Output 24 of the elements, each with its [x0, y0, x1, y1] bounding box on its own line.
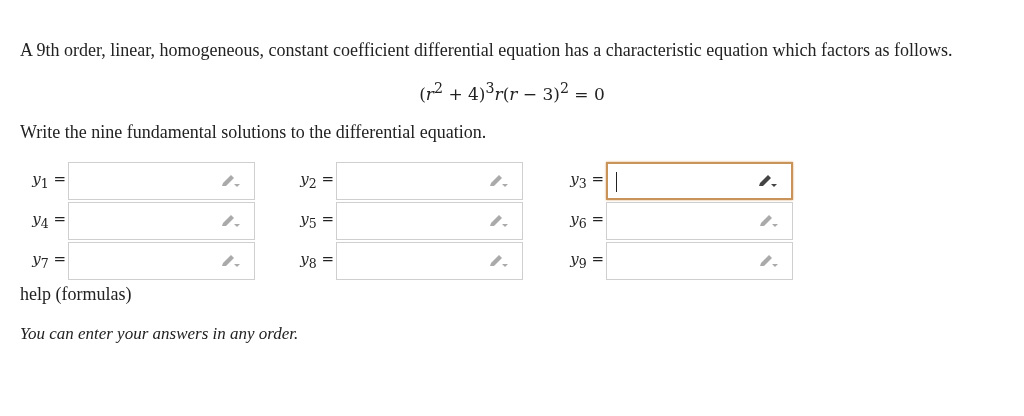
pencil-icon[interactable] [757, 172, 777, 189]
answer-field[interactable] [606, 161, 793, 200]
answer-field[interactable] [68, 201, 255, 240]
help-link[interactable]: help (formulas) [20, 281, 132, 306]
variable-label: y$_{7}$ = [30, 250, 67, 272]
variable-label: y$_{4}$ = [30, 210, 67, 232]
variable-label: y$_{5}$ = [298, 210, 335, 232]
question-text: A 9th order, linear, homogeneous, constant coefficient differential equation has a characteristic equation which factors as follows. [20, 39, 954, 62]
answer-field[interactable] [336, 161, 523, 200]
variable-label: y$_{6}$ = [568, 210, 605, 232]
instruction-text: Write the nine fundamental solutions to the differential equation. [20, 120, 488, 144]
answer-field[interactable] [606, 241, 793, 280]
equation: (r$^{2}$ + 4)$^{3}$r(r − 3)$^{2}$ = 0 [419, 80, 605, 104]
variable-label: y$_{3}$ = [568, 170, 605, 192]
answer-field[interactable] [336, 241, 523, 280]
answer-field[interactable] [68, 161, 255, 200]
answer-field[interactable] [336, 201, 523, 240]
variable-label: y$_{2}$ = [298, 170, 335, 192]
answer-field[interactable] [68, 241, 255, 280]
variable-label: y$_{8}$ = [298, 250, 335, 272]
answer-field[interactable] [606, 201, 793, 240]
variable-label: y$_{1}$ = [30, 170, 67, 192]
variable-label: y$_{9}$ = [568, 250, 605, 272]
note-text: You can enter your answers in any order. [20, 323, 300, 344]
